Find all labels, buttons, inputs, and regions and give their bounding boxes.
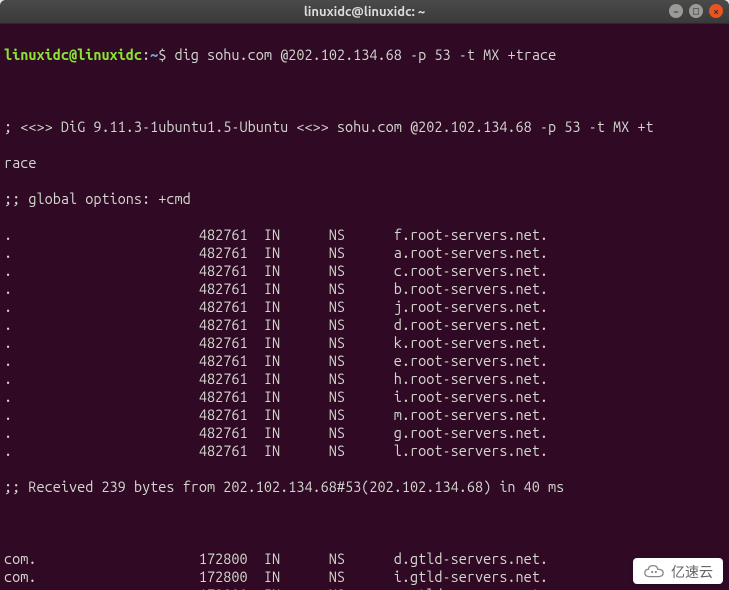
com-records: com. 172800 IN NS d.gtld-servers.net.com… bbox=[4, 550, 725, 590]
terminal-body[interactable]: linuxidc@linuxidc:~$ dig sohu.com @202.1… bbox=[0, 24, 729, 590]
dig-banner-wrap: race bbox=[4, 154, 725, 172]
prompt-line: linuxidc@linuxidc:~$ dig sohu.com @202.1… bbox=[4, 46, 725, 64]
dns-record: . 482761 IN NS g.root-servers.net. bbox=[4, 424, 725, 442]
dig-options: ;; global options: +cmd bbox=[4, 190, 725, 208]
dns-record: . 482761 IN NS k.root-servers.net. bbox=[4, 334, 725, 352]
dig-banner: ; <<>> DiG 9.11.3-1ubuntu1.5-Ubuntu <<>>… bbox=[4, 118, 725, 136]
dns-record: com. 172800 IN NS d.gtld-servers.net. bbox=[4, 550, 725, 568]
prompt-userhost: linuxidc@linuxidc bbox=[4, 46, 142, 63]
dns-record: . 482761 IN NS b.root-servers.net. bbox=[4, 280, 725, 298]
window-controls: – □ × bbox=[669, 4, 723, 18]
dns-record: . 482761 IN NS i.root-servers.net. bbox=[4, 388, 725, 406]
minimize-button[interactable]: – bbox=[669, 4, 683, 18]
terminal-window: linuxidc@linuxidc: ~ – □ × linuxidc@linu… bbox=[0, 0, 729, 590]
maximize-button[interactable]: □ bbox=[689, 4, 703, 18]
command-text: dig sohu.com @202.102.134.68 -p 53 -t MX… bbox=[175, 46, 557, 63]
watermark: 亿速云 bbox=[633, 558, 723, 584]
dns-record: . 482761 IN NS l.root-servers.net. bbox=[4, 442, 725, 460]
dns-record: . 482761 IN NS f.root-servers.net. bbox=[4, 226, 725, 244]
dns-record: . 482761 IN NS c.root-servers.net. bbox=[4, 262, 725, 280]
close-button[interactable]: × bbox=[709, 4, 723, 18]
titlebar: linuxidc@linuxidc: ~ – □ × bbox=[0, 0, 729, 24]
dns-record: . 482761 IN NS h.root-servers.net. bbox=[4, 370, 725, 388]
root-records: . 482761 IN NS f.root-servers.net.. 4827… bbox=[4, 226, 725, 460]
window-title: linuxidc@linuxidc: ~ bbox=[304, 5, 425, 19]
dns-record: . 482761 IN NS a.root-servers.net. bbox=[4, 244, 725, 262]
dns-record: . 482761 IN NS d.root-servers.net. bbox=[4, 316, 725, 334]
cloud-icon bbox=[643, 563, 665, 581]
dns-record: . 482761 IN NS j.root-servers.net. bbox=[4, 298, 725, 316]
dns-record: . 482761 IN NS e.root-servers.net. bbox=[4, 352, 725, 370]
watermark-text: 亿速云 bbox=[671, 562, 713, 582]
received-line: ;; Received 239 bytes from 202.102.134.6… bbox=[4, 478, 725, 496]
dns-record: com. 172800 IN NS g.gtld-servers.net. bbox=[4, 586, 725, 590]
dns-record: com. 172800 IN NS i.gtld-servers.net. bbox=[4, 568, 725, 586]
dns-record: . 482761 IN NS m.root-servers.net. bbox=[4, 406, 725, 424]
